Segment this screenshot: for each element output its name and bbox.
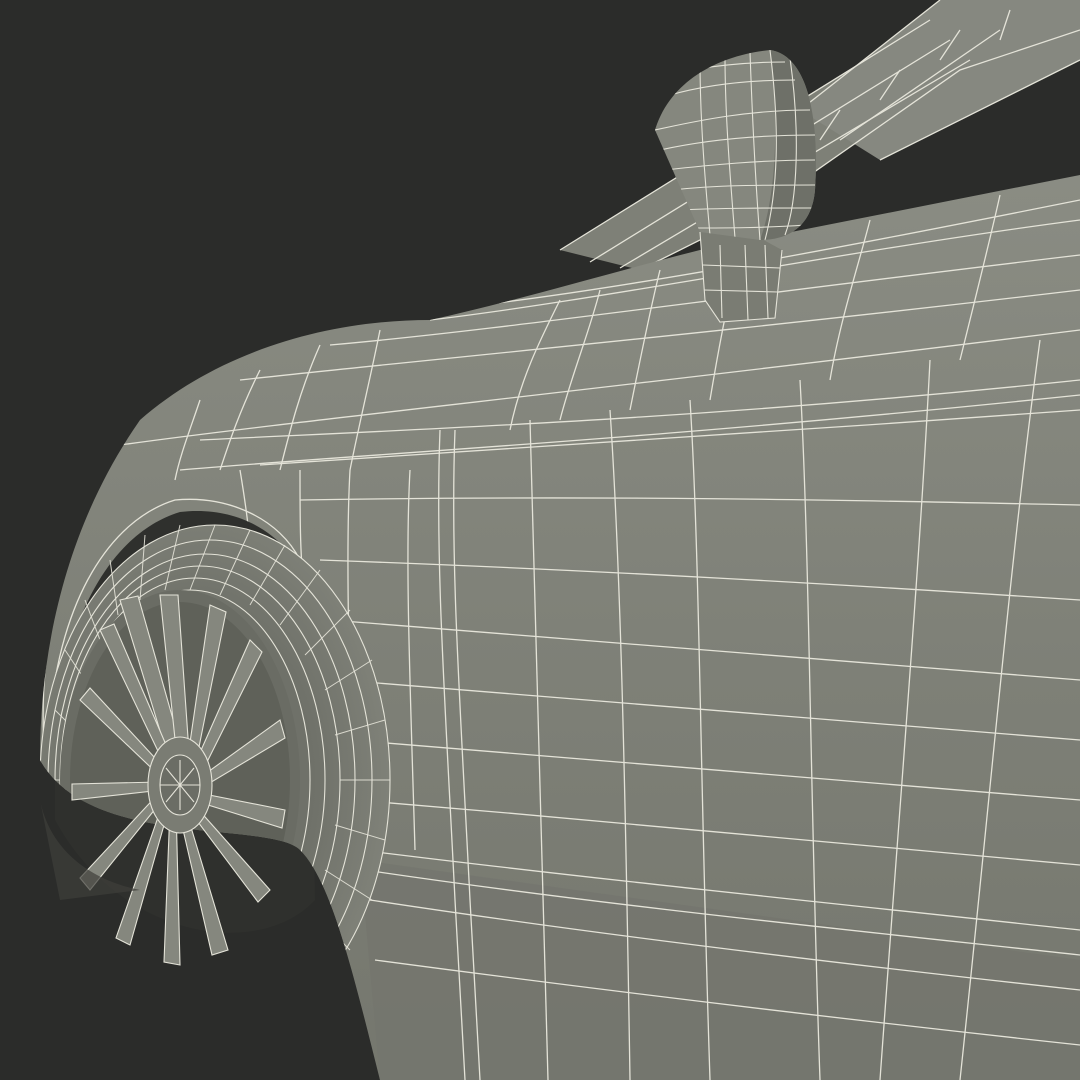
car-wireframe-render (0, 0, 1080, 1080)
wheel-hub (147, 736, 213, 834)
